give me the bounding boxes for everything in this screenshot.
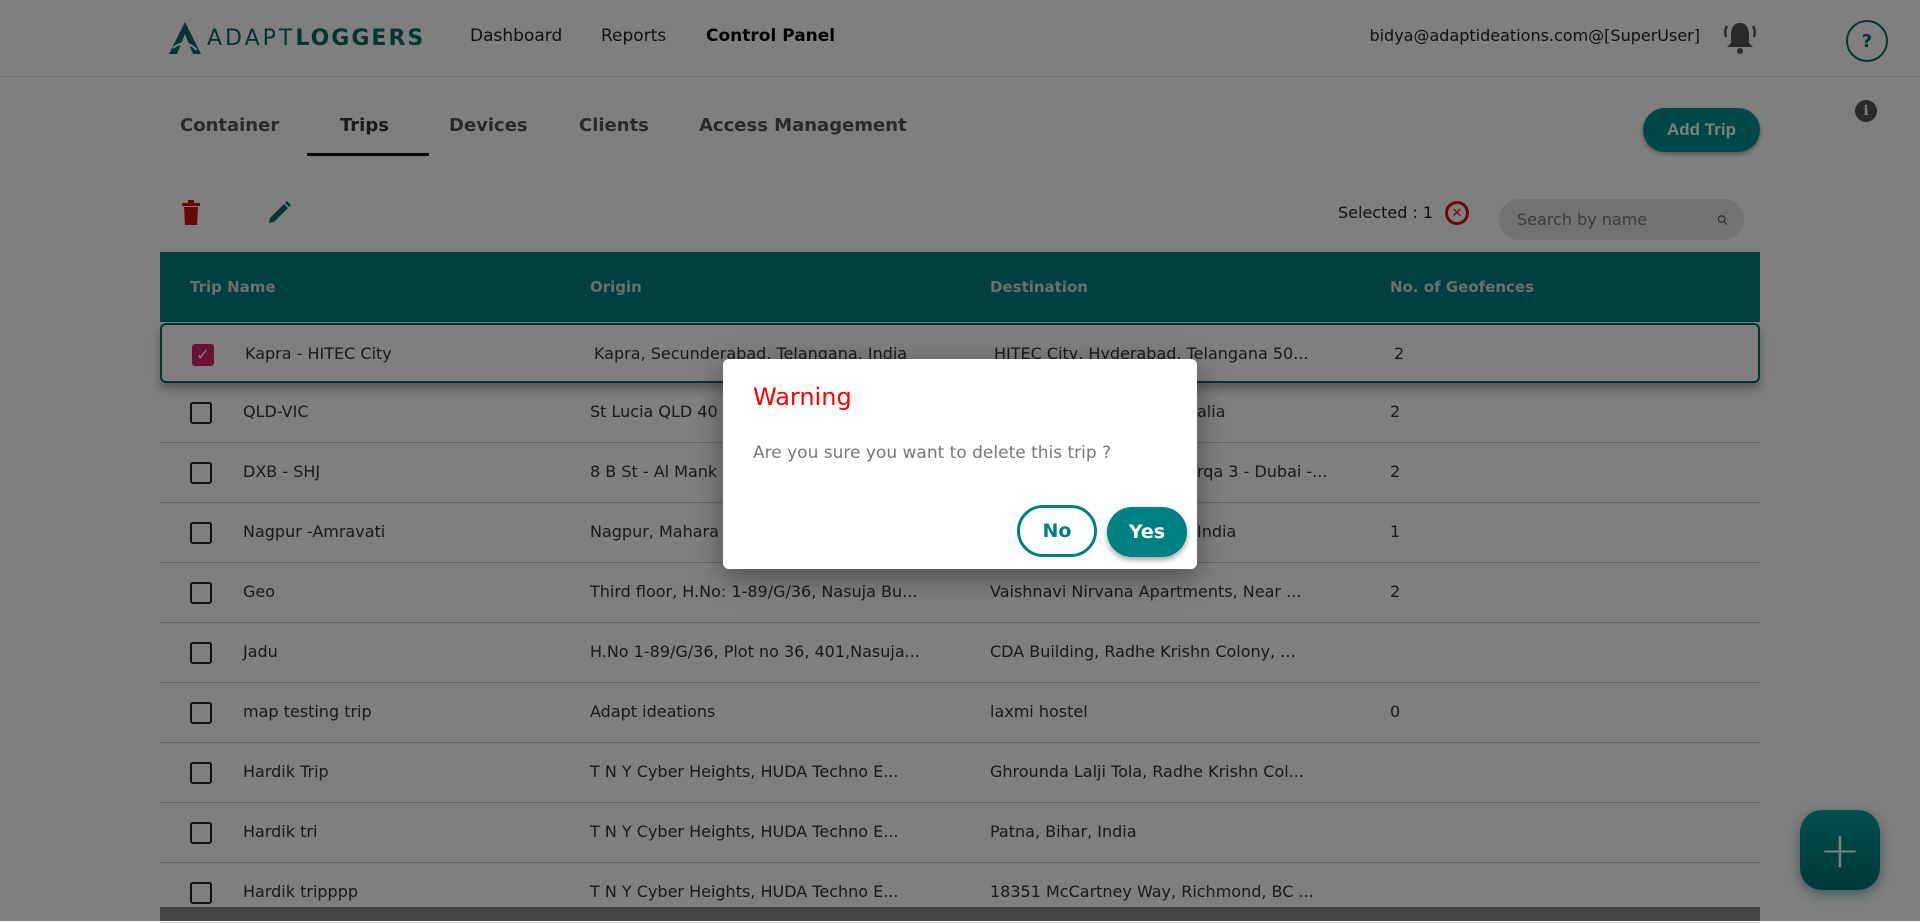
no-button[interactable]: No [1017, 505, 1097, 557]
dialog-title: Warning [753, 383, 852, 411]
delete-confirm-dialog: Warning Are you sure you want to delete … [723, 359, 1197, 569]
dialog-message: Are you sure you want to delete this tri… [753, 443, 1112, 463]
yes-button[interactable]: Yes [1107, 507, 1187, 557]
